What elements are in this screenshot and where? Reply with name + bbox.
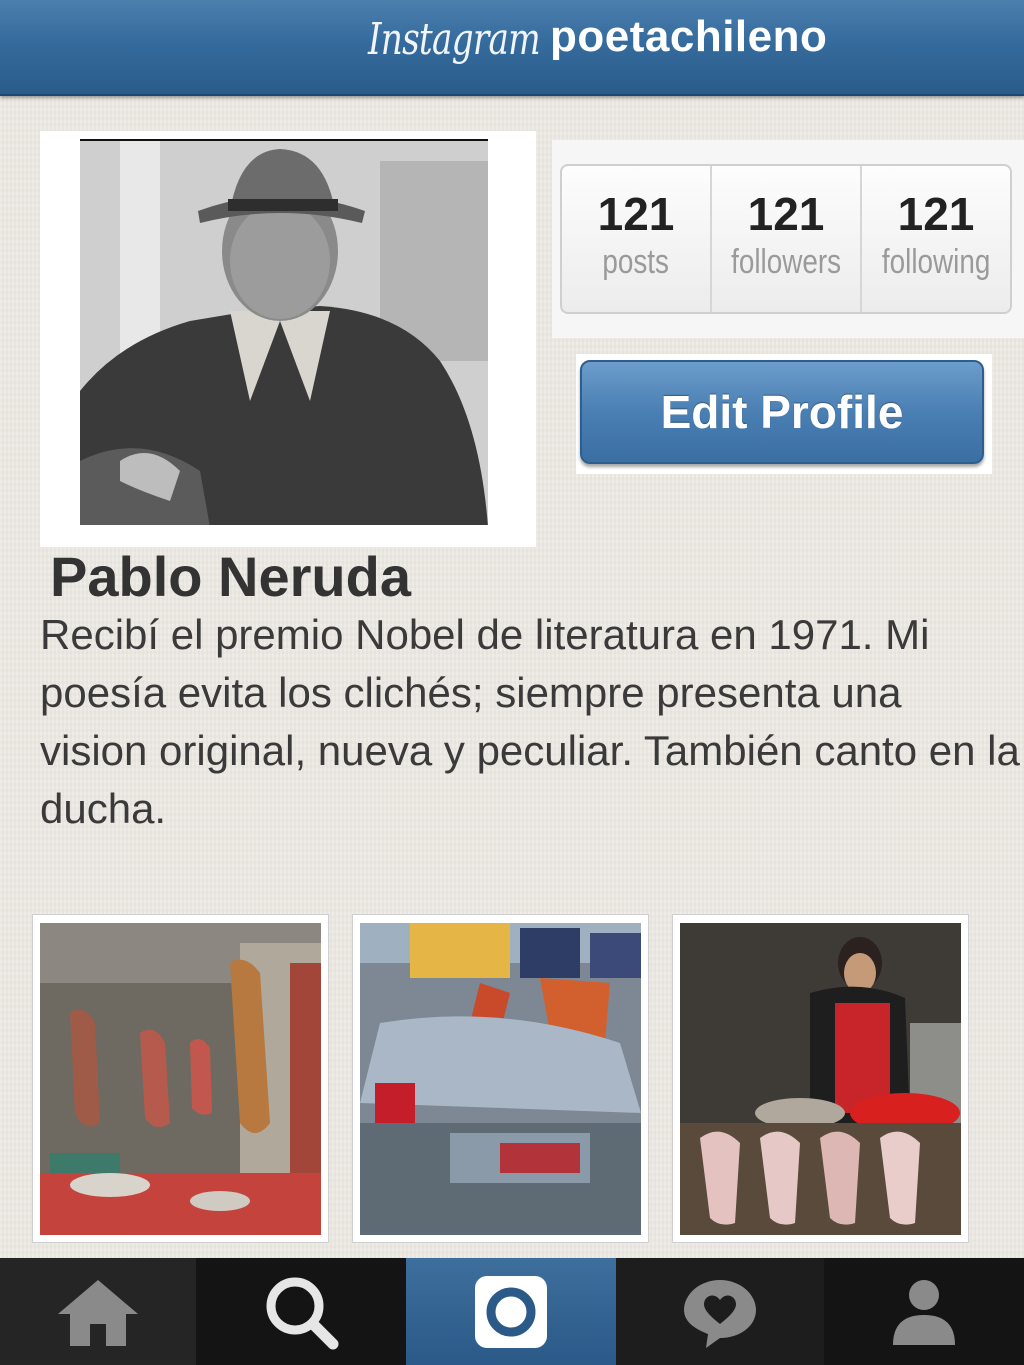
edit-profile-button[interactable]: Edit Profile <box>580 360 984 464</box>
followers-count: 121 <box>747 188 825 240</box>
photo-thumbnail[interactable] <box>32 914 329 1243</box>
posts-count: 121 <box>597 188 675 240</box>
header-username: poetachileno <box>550 12 828 61</box>
bottom-tab-bar <box>0 1258 1024 1365</box>
search-icon <box>266 1277 339 1349</box>
stat-followers[interactable]: 121 followers <box>710 166 860 312</box>
posts-label: posts <box>602 243 670 281</box>
stat-posts[interactable]: 121 posts <box>562 166 710 312</box>
profile-bio: Recibí el premio Nobel de literatura en … <box>40 611 1020 832</box>
following-label: following <box>881 243 991 281</box>
market-photo-1 <box>40 923 321 1235</box>
tab-activity[interactable] <box>616 1258 824 1365</box>
market-photo-2 <box>680 923 961 1235</box>
stats-box: 121 posts 121 followers 121 following <box>560 164 1012 314</box>
top-navbar: Instagram poetachileno <box>0 0 1024 96</box>
activity-heart-icon <box>684 1279 756 1348</box>
profile-picture-image <box>80 141 488 525</box>
tab-camera[interactable] <box>406 1258 616 1365</box>
photo-thumbnail[interactable] <box>672 914 969 1243</box>
following-count: 121 <box>897 188 975 240</box>
followers-label: followers <box>730 243 842 281</box>
profile-icon <box>893 1279 955 1345</box>
photo-thumbnail[interactable] <box>352 914 649 1243</box>
camera-icon <box>475 1275 547 1348</box>
tab-profile[interactable] <box>824 1258 1024 1365</box>
profile-name: Pablo Neruda <box>50 545 411 608</box>
tab-home[interactable] <box>0 1258 196 1365</box>
tab-search[interactable] <box>196 1258 406 1365</box>
stats-panel: 121 posts 121 followers 121 following <box>552 140 1024 338</box>
profile-picture-frame <box>40 131 536 547</box>
edit-profile-frame: Edit Profile <box>576 354 992 474</box>
instagram-logo: Instagram <box>368 14 541 65</box>
profile-picture[interactable] <box>80 139 488 525</box>
laundry-photo <box>360 923 641 1235</box>
stat-following[interactable]: 121 following <box>860 166 1010 312</box>
home-icon <box>58 1279 138 1346</box>
